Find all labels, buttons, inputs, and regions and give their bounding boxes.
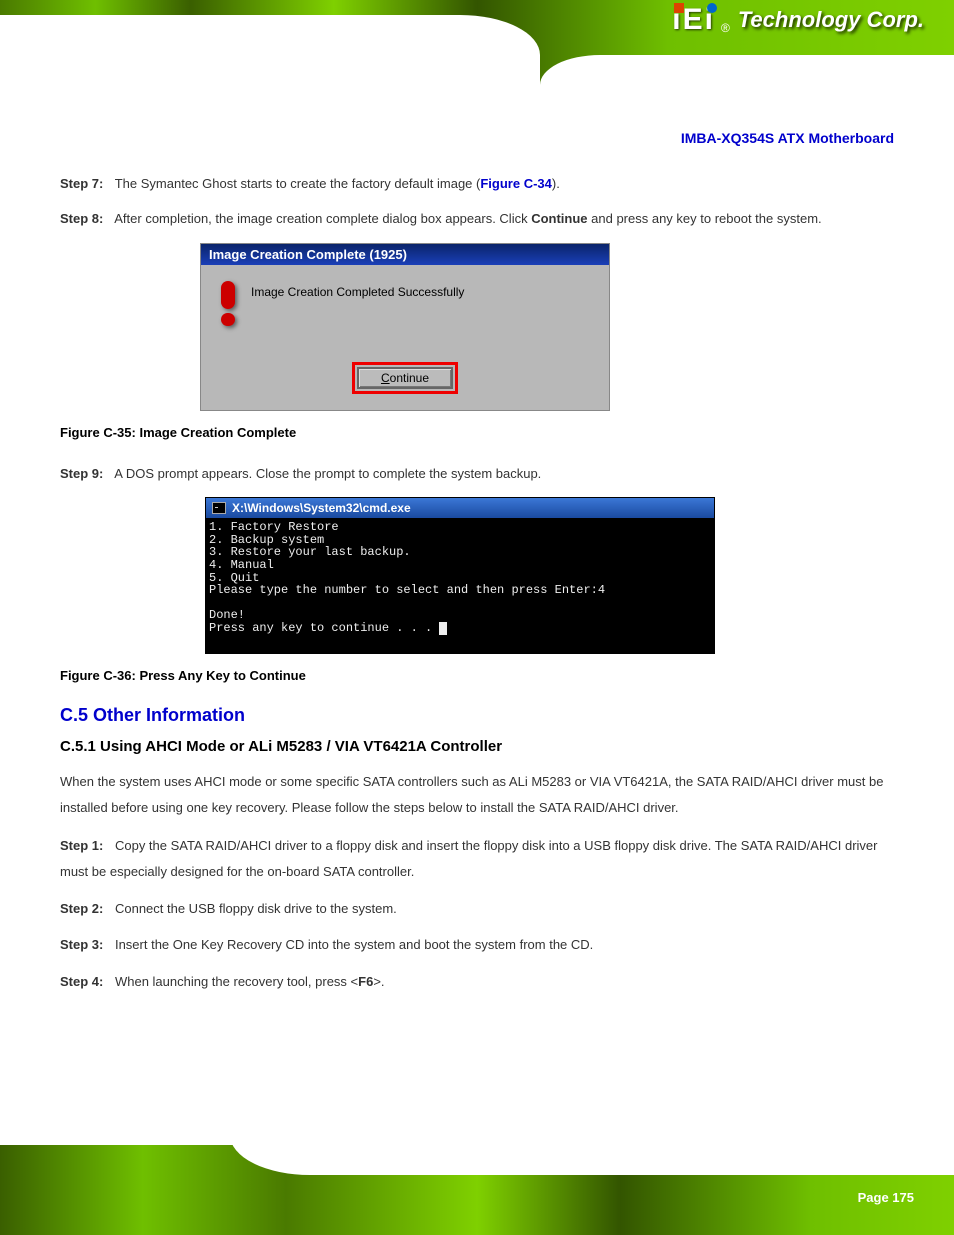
section-number: C.5	[60, 705, 93, 725]
iei-logo-icon: i E i	[672, 5, 713, 35]
ahci-paragraph: When the system uses AHCI mode or some s…	[60, 769, 894, 821]
document-content: IMBA-XQ354S ATX Motherboard Step 7: The …	[60, 130, 894, 1006]
step-7: Step 7: The Symantec Ghost starts to cre…	[60, 172, 894, 195]
cmd-window: X:\Windows\System32\cmd.exe 1. Factory R…	[205, 497, 715, 654]
subsection-number: C.5.1	[60, 738, 100, 755]
figure-c35-caption: Figure C-35: Image Creation Complete	[60, 425, 894, 440]
step-7-prefix: Step 7:	[60, 176, 103, 191]
footer-curve-2	[614, 1135, 954, 1175]
cmd-titlebar: X:\Windows\System32\cmd.exe	[206, 498, 714, 518]
driver-step-4: Step 4: When launching the recovery tool…	[60, 970, 894, 993]
driver-step-4-text-1: When launching the recovery tool, press …	[115, 974, 358, 989]
section-title: Other Information	[93, 705, 245, 725]
step-7-text-2: ).	[552, 176, 560, 191]
cmd-icon	[212, 502, 226, 514]
step-9: Step 9: A DOS prompt appears. Close the …	[60, 462, 894, 485]
driver-step-2-text: Connect the USB floppy disk drive to the…	[115, 901, 397, 916]
driver-step-1-prefix: Step 1:	[60, 838, 103, 853]
driver-step-3-prefix: Step 3:	[60, 937, 103, 952]
cmd-line-8: Press any key to continue . . .	[209, 621, 439, 635]
dialog-message: Image Creation Completed Successfully	[251, 281, 464, 299]
cmd-title-text: X:\Windows\System32\cmd.exe	[232, 501, 411, 515]
brand-text: Technology Corp.	[738, 7, 924, 33]
subsection-heading: C.5.1 Using AHCI Mode or ALi M5283 / VIA…	[60, 738, 894, 755]
driver-step-4-prefix: Step 4:	[60, 974, 103, 989]
image-creation-dialog: Image Creation Complete (1925) Image Cre…	[200, 243, 610, 411]
step-9-text: A DOS prompt appears. Close the prompt t…	[114, 466, 541, 481]
f6-key: F6	[358, 974, 373, 989]
continue-button[interactable]: Continue	[357, 367, 453, 389]
product-title: IMBA-XQ354S ATX Motherboard	[60, 130, 894, 146]
step-8: Step 8: After completion, the image crea…	[60, 207, 894, 230]
dialog-titlebar: Image Creation Complete (1925)	[201, 244, 609, 265]
figure-c36-caption: Figure C-36: Press Any Key to Continue	[60, 668, 894, 683]
driver-step-3-text: Insert the One Key Recovery CD into the …	[115, 937, 593, 952]
cmd-line-5: Please type the number to select and the…	[209, 583, 605, 597]
cmd-body: 1. Factory Restore 2. Backup system 3. R…	[206, 518, 714, 653]
driver-step-1-text: Copy the SATA RAID/AHCI driver to a flop…	[60, 838, 877, 879]
figure-c34-link[interactable]: Figure C-34	[480, 176, 552, 191]
step-8-text-1: After completion, the image creation com…	[114, 211, 527, 226]
exclamation-icon	[221, 281, 235, 326]
step-8-text-2: and press any key to reboot the system.	[588, 211, 822, 226]
driver-step-2: Step 2: Connect the USB floppy disk driv…	[60, 897, 894, 920]
step-8-continue-word: Continue	[531, 211, 587, 226]
page-number: Page 175	[858, 1190, 914, 1205]
dialog-body: Image Creation Completed Successfully Co…	[201, 265, 609, 410]
continue-button-highlight: Continue	[352, 362, 458, 394]
trademark: ®	[721, 21, 730, 35]
header-curve-2	[540, 55, 954, 125]
cursor-icon	[439, 622, 447, 635]
header-curve	[0, 15, 540, 130]
brand-logo: i E i ® Technology Corp.	[672, 5, 924, 35]
section-heading: C.5 Other Information	[60, 705, 894, 726]
step-9-prefix: Step 9:	[60, 466, 103, 481]
driver-step-3: Step 3: Insert the One Key Recovery CD i…	[60, 932, 894, 958]
driver-step-4-text-2: >.	[373, 974, 384, 989]
subsection-title: Using AHCI Mode or ALi M5283 / VIA VT642…	[100, 738, 502, 755]
driver-step-2-prefix: Step 2:	[60, 901, 103, 916]
driver-step-1: Step 1: Copy the SATA RAID/AHCI driver t…	[60, 833, 894, 885]
step-8-prefix: Step 8:	[60, 211, 103, 226]
step-7-text-1: The Symantec Ghost starts to create the …	[115, 176, 481, 191]
step-9-hidden: Step 0:	[545, 466, 586, 481]
